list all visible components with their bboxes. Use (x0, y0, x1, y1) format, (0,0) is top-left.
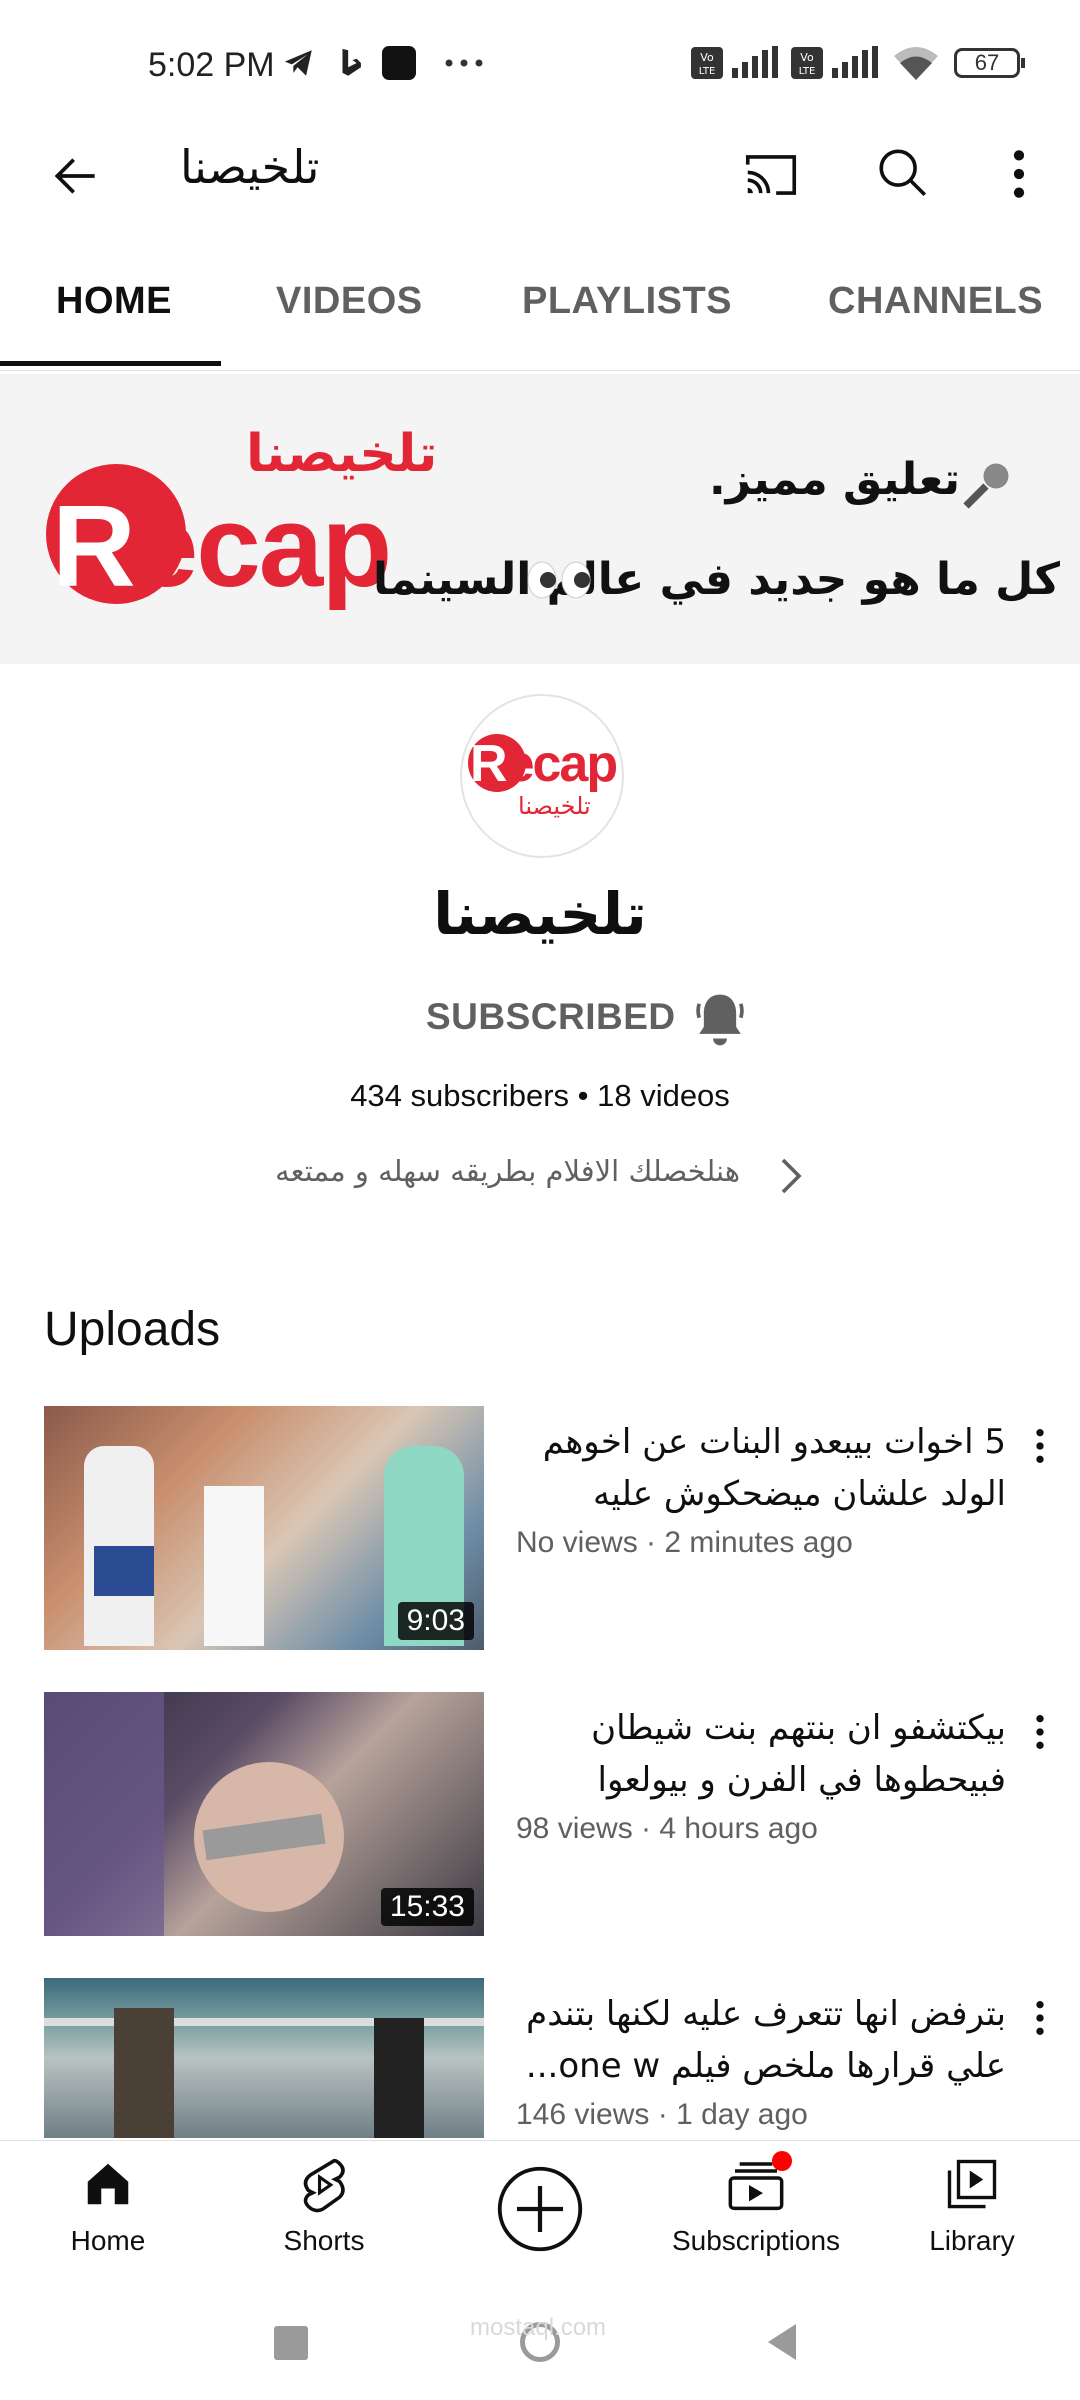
status-time: 5:02 PM (148, 46, 275, 84)
tab-channels[interactable]: CHANNELS (828, 280, 1043, 323)
channel-avatar[interactable]: Recap تلخيصنا (460, 694, 624, 858)
avatar-arabic: تلخيصنا (518, 792, 591, 820)
bell-icon[interactable] (692, 990, 748, 1050)
more-vert-icon[interactable] (1004, 146, 1034, 202)
logo-arabic: تلخيصنا (246, 424, 438, 484)
nav-home[interactable]: Home (18, 2141, 198, 2281)
video-thumbnail[interactable]: 9:03 (44, 1406, 484, 1650)
video-title[interactable]: بترفض انها تتعرف عليه لكنها بتندم علي قر… (516, 1988, 1006, 2092)
top-app-bar: تلخيصنا (0, 120, 1080, 270)
more-vert-icon[interactable] (1028, 1712, 1052, 1752)
logo-letter-r: R (52, 481, 136, 611)
search-icon[interactable] (874, 144, 932, 202)
video-meta: 98 views · 4 hours ago (516, 1812, 818, 1845)
video-title[interactable]: بيكتشفو ان بنتهم بنت شيطان فبيحطوها في ا… (516, 1702, 1006, 1806)
nav-library[interactable]: Library (882, 2141, 1062, 2281)
subscribed-button[interactable]: SUBSCRIBED (426, 996, 676, 1038)
subscribe-row: SUBSCRIBED (0, 990, 1080, 1050)
svg-text:Vo: Vo (700, 51, 714, 64)
battery-level: 67 (974, 50, 1000, 75)
system-navigation-bar: mostaql.com (0, 2280, 1080, 2400)
channel-banner: Recap تلخيصنا تعليق مميز. كل ما هو جديد … (0, 374, 1080, 664)
recents-button[interactable] (274, 2326, 308, 2360)
channel-name: تلخيصنا (433, 880, 647, 948)
signal-icon (832, 46, 878, 78)
library-icon (947, 2159, 997, 2209)
notification-dot (772, 2151, 792, 2171)
nav-shorts[interactable]: Shorts (234, 2141, 414, 2281)
nav-label: Home (70, 2225, 146, 2256)
more-dots-icon (445, 59, 483, 67)
channel-about-row[interactable]: هنلخصلك الافلام بطريقه سهله و ممتعه (0, 1146, 1080, 1206)
svg-text:Vo: Vo (800, 51, 814, 64)
channel-description: هنلخصلك الافلام بطريقه سهله و ممتعه (275, 1154, 740, 1188)
video-meta: 146 views · 1 day ago (516, 2098, 808, 2131)
uploads-section-title: Uploads (44, 1303, 221, 1356)
chevron-right-icon (781, 1158, 802, 1194)
bing-icon (342, 48, 361, 76)
video-item[interactable]: 15:33 بيكتشفو ان بنتهم بنت شيطان فبيحطوه… (0, 1692, 1080, 1938)
telegram-icon (284, 50, 312, 76)
bottom-navigation: Home Shorts Subscriptions Library (0, 2140, 1080, 2281)
page-title: تلخيصنا (180, 140, 320, 194)
wifi-icon (894, 47, 938, 80)
logo-rest: ecap (133, 481, 392, 611)
video-duration: 9:03 (397, 1602, 474, 1640)
recap-logo: Recap تلخيصنا (46, 424, 437, 606)
volte-icon: Vo LTE (791, 47, 823, 79)
tab-playlists[interactable]: PLAYLISTS (522, 280, 732, 323)
nav-label: Library (929, 2225, 1015, 2256)
svg-text:LTE: LTE (699, 66, 716, 77)
home-icon (87, 2163, 129, 2205)
video-item[interactable]: 9:03 5 اخوات بيبعدو البنات عن اخوهم الول… (0, 1406, 1080, 1652)
signal-icon (732, 46, 778, 78)
video-title[interactable]: 5 اخوات بيبعدو البنات عن اخوهم الولد علش… (516, 1416, 1006, 1520)
channel-tabs: HOME VIDEOS PLAYLISTS CHANNELS (0, 270, 1080, 371)
shorts-icon (303, 2158, 345, 2213)
eyes-emoji-icon (527, 561, 591, 599)
nav-label: Subscriptions (671, 2225, 841, 2256)
status-bar: 5:02 PM Vo LTE Vo LTE 67 (0, 0, 1080, 120)
video-thumbnail[interactable]: 15:33 (44, 1692, 484, 1936)
watermark: mostaql.com (470, 2314, 607, 2341)
battery-icon: 67 (954, 48, 1025, 78)
video-thumbnail[interactable] (44, 1978, 484, 2138)
cast-icon[interactable] (740, 144, 802, 206)
tab-videos[interactable]: VIDEOS (276, 280, 423, 323)
svg-text:LTE: LTE (799, 66, 816, 77)
video-meta: No views · 2 minutes ago (516, 1526, 853, 1559)
nav-subscriptions[interactable]: Subscriptions (666, 2141, 846, 2281)
banner-tagline-2: كل ما هو جديد في عالم السينما (373, 554, 1060, 605)
tab-home[interactable]: HOME (56, 280, 172, 323)
create-plus-icon (497, 2166, 583, 2252)
app-icon (382, 46, 416, 80)
active-tab-indicator (0, 361, 221, 366)
more-vert-icon[interactable] (1028, 1998, 1052, 2038)
banner-tagline-1: تعليق مميز. (708, 454, 960, 505)
nav-create[interactable] (450, 2141, 630, 2281)
microphone-icon (963, 463, 1009, 509)
volte-icon: Vo LTE (691, 47, 723, 79)
nav-label: Shorts (283, 2225, 365, 2256)
back-button[interactable] (764, 2322, 800, 2362)
more-vert-icon[interactable] (1028, 1426, 1052, 1466)
channel-stats: 434 subscribers • 18 videos (350, 1078, 730, 1113)
video-duration: 15:33 (380, 1888, 474, 1926)
back-arrow-icon[interactable] (48, 148, 104, 204)
video-item[interactable]: بترفض انها تتعرف عليه لكنها بتندم علي قر… (0, 1978, 1080, 2138)
